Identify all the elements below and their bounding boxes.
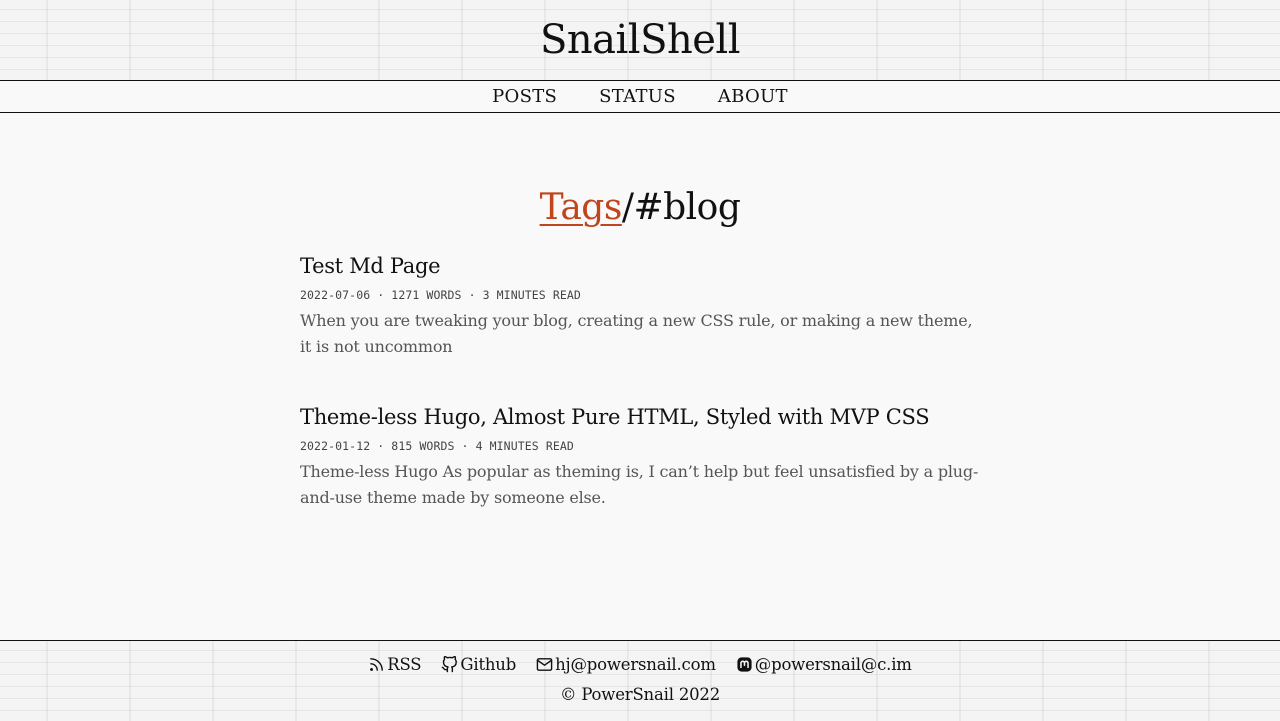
github-link[interactable]: Github — [441, 655, 516, 674]
post-item: Test Md Page 2022-07-06 · 1271 WORDS · 3… — [300, 250, 980, 359]
main-nav: POSTS STATUS ABOUT — [0, 80, 1280, 113]
footer-links: RSS Github hj@powersnail.com @powersnail… — [0, 652, 1280, 676]
rss-label: RSS — [387, 654, 422, 674]
tag-name: /#blog — [621, 187, 741, 228]
post-title-link[interactable]: Test Md Page — [300, 250, 980, 282]
mastodon-link[interactable]: @powersnail@c.im — [736, 655, 912, 674]
site-header: SnailShell — [0, 0, 1280, 80]
nav-item-status[interactable]: STATUS — [599, 86, 676, 107]
copyright: © PowerSnail 2022 — [559, 685, 721, 704]
rss-icon — [368, 656, 385, 673]
mastodon-label: @powersnail@c.im — [754, 654, 912, 674]
email-label: hj@powersnail.com — [555, 654, 716, 674]
post-meta: 2022-07-06 · 1271 WORDS · 3 MINUTES READ — [300, 288, 581, 302]
site-title[interactable]: SnailShell — [0, 14, 1280, 66]
nav-item-posts[interactable]: POSTS — [492, 86, 557, 107]
github-icon — [441, 655, 458, 673]
site-footer: RSS Github hj@powersnail.com @powersnail… — [0, 640, 1280, 721]
post-summary: When you are tweaking your blog, creatin… — [300, 311, 973, 356]
nav-item-about[interactable]: ABOUT — [718, 86, 788, 107]
email-link[interactable]: hj@powersnail.com — [536, 655, 716, 674]
post-summary: Theme-less Hugo As popular as theming is… — [300, 462, 979, 507]
mastodon-icon — [736, 656, 753, 673]
rss-link[interactable]: RSS — [368, 654, 422, 674]
post-list: Test Md Page 2022-07-06 · 1271 WORDS · 3… — [300, 250, 980, 552]
tags-link[interactable]: Tags — [540, 187, 623, 228]
page-heading: Tags/#blog — [0, 184, 1280, 232]
post-meta: 2022-01-12 · 815 WORDS · 4 MINUTES READ — [300, 439, 574, 453]
post-title-link[interactable]: Theme-less Hugo, Almost Pure HTML, Style… — [300, 401, 980, 433]
post-item: Theme-less Hugo, Almost Pure HTML, Style… — [300, 401, 980, 510]
mail-icon — [536, 656, 553, 673]
github-label: Github — [460, 654, 517, 674]
